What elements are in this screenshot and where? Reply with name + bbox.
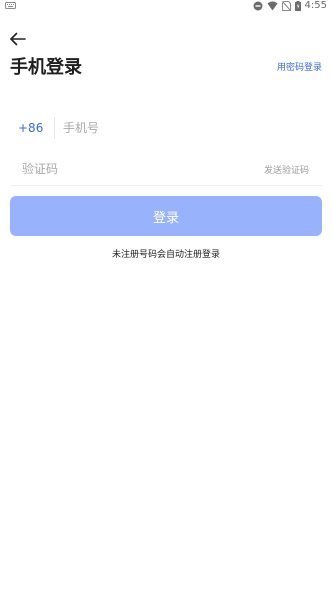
status-time: 4:55 [304,0,327,11]
no-sim-icon [281,1,291,11]
wifi-icon [267,1,278,11]
send-code-button[interactable]: 发送验证码 [264,163,322,176]
country-code-selector[interactable]: +86 [10,121,54,135]
status-bar-right: 4:55 [253,0,327,12]
back-arrow-icon [9,31,27,50]
do-not-disturb-icon [253,1,263,11]
status-bar-left [5,0,16,12]
code-row: 发送验证码 [10,153,322,186]
login-button[interactable]: 登录 [10,196,322,236]
page-title: 手机登录 [10,57,82,78]
divider [54,117,55,139]
phone-row: +86 [10,112,322,144]
login-screen: 4:55 手机登录 用密码登录 +86 发送验证码 登录 未注册号码会自动注册登… [0,0,332,590]
password-login-link[interactable]: 用密码登录 [277,62,322,74]
status-bar: 4:55 [0,0,332,12]
keyboard-icon [5,1,16,12]
verification-code-input[interactable] [10,162,264,176]
auto-register-hint: 未注册号码会自动注册登录 [111,250,220,260]
battery-icon [294,1,301,11]
phone-input[interactable] [63,121,322,135]
back-button[interactable] [8,31,28,49]
